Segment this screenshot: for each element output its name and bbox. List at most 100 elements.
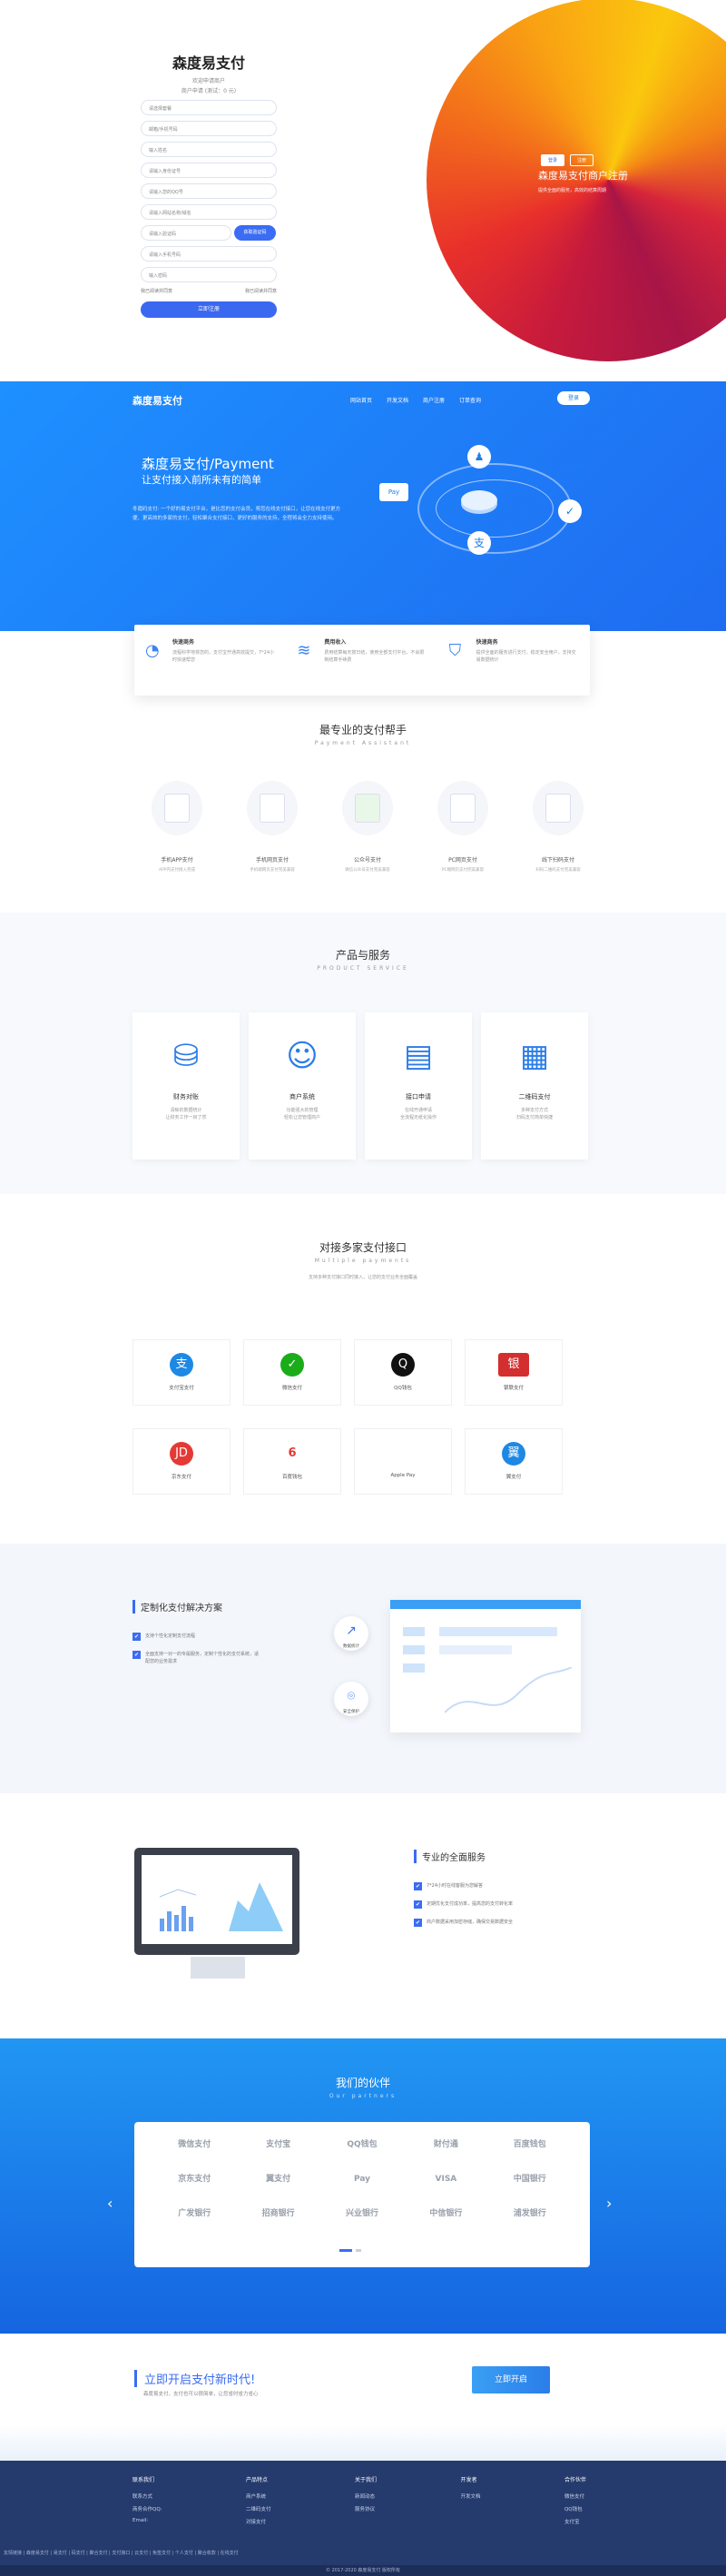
interface-name: 微信支付 — [281, 1386, 302, 1391]
copyright: © 2017-2020 森度易支付 版权所有 — [0, 2565, 726, 2576]
product-desc: 轻松让您管理商户 — [283, 1115, 320, 1120]
get-code-button[interactable]: 获取验证码 — [234, 225, 276, 241]
helper-item[interactable]: 手机网页支付 手机端网页支付完美兼容 — [245, 781, 299, 873]
partner-logo: 翼支付 — [266, 2175, 291, 2184]
interface-card[interactable]: 支支付宝支付 — [132, 1339, 231, 1406]
partner-logo: 中信银行 — [429, 2209, 463, 2218]
partner-logo: 兴业银行 — [345, 2209, 378, 2218]
register-form: 森度易支付 欢迎申请商户 商户申请 (测试：0 元) 请选择套餐 邮箱/手机号码… — [141, 51, 277, 318]
footer-link[interactable]: 开发文档 — [460, 2492, 480, 2500]
phone-field[interactable]: 请输入手机号码 — [141, 246, 277, 262]
helper-item[interactable]: 公众号支付 微信公众号支付完美兼容 — [340, 781, 395, 873]
interfaces-title: 对接多家支付接口 — [319, 1241, 407, 1254]
next-arrow-icon[interactable]: › — [606, 2195, 612, 2212]
register-subtitle-note: 商户申请 (测试：0 元) — [181, 88, 237, 94]
register-section: 森度易支付 欢迎申请商户 商户申请 (测试：0 元) 请选择套餐 邮箱/手机号码… — [0, 0, 726, 381]
unionpay-card-icon: Pay — [379, 483, 408, 501]
footer-col-title: 产品特点 — [245, 2477, 268, 2483]
interface-card[interactable]: 翼翼支付 — [465, 1428, 563, 1495]
interface-card[interactable]: Apple Pay — [354, 1428, 452, 1495]
footer-link[interactable]: 二维码支付 — [246, 2505, 271, 2512]
hero-login-tab[interactable]: 登录 — [541, 154, 565, 166]
interface-card[interactable]: 银银联支付 — [465, 1339, 563, 1406]
agree-checkbox[interactable]: 我已阅读并同意 — [141, 288, 172, 294]
footer-link[interactable]: 对接支付 — [246, 2518, 271, 2525]
nav-orders[interactable]: 订单查询 — [459, 396, 481, 404]
nav-docs[interactable]: 开发文档 — [387, 396, 408, 404]
carousel-dot[interactable] — [356, 2249, 361, 2252]
agree-link[interactable]: 我已阅读并同意 — [245, 288, 277, 294]
interface-card[interactable]: JD 京东支付 — [132, 1428, 231, 1495]
helper-desc: PC端网页支付完美兼容 — [441, 868, 485, 873]
product-card[interactable]: ▤ 接口申请 在线开通申请 全流程无纸化操作 — [365, 1012, 472, 1160]
code-field[interactable]: 请输入验证码 获取验证码 — [141, 225, 276, 241]
product-name: 商户系统 — [289, 1093, 315, 1100]
start-button[interactable]: 立即开启 — [472, 2366, 550, 2393]
feature-card: ≋ 费用收入 费用结算每天按日结，使用全部支付平台，不会限制结算手续费 — [286, 625, 437, 696]
nav-home[interactable]: 网站首页 — [350, 396, 372, 404]
interface-card[interactable]: 6 百度钱包 — [243, 1428, 341, 1495]
register-button[interactable]: 立即注册 — [141, 301, 277, 318]
custom-title: 定制化支付解决方案 — [132, 1600, 222, 1614]
qq-wallet-icon: Q — [391, 1353, 415, 1377]
brand-logo[interactable]: 森度易支付 — [132, 393, 182, 408]
product-desc: 功能强大的管理 — [286, 1108, 319, 1113]
password-field[interactable]: 输入密码 — [141, 267, 277, 282]
hero-register-tab[interactable]: 注册 — [570, 154, 594, 166]
feature-cards: ◔ 快速商务 流程科学地将您的，支付宝开通高效提交，7*24小时快速帮您 ≋ 费用收入… — [134, 625, 590, 696]
login-button[interactable]: 登录 — [557, 391, 590, 405]
product-card[interactable]: ▦ 二维码支付 多种支付方式 扫码支付简单快捷 — [481, 1012, 588, 1160]
wechat-bubble-icon: ✓ — [558, 499, 582, 523]
helper-item[interactable]: PC网页支付 PC端网页支付完美兼容 — [436, 781, 490, 873]
service-point: 定期优化支付成功率，提高您的支付转化率 — [414, 1900, 595, 1909]
name-field[interactable]: 输入姓名 — [141, 142, 277, 157]
product-name: 二维码支付 — [518, 1093, 551, 1100]
footer-link[interactable]: 新闻动态 — [355, 2492, 377, 2500]
bubble-label: 安全保护 — [343, 1710, 359, 1714]
package-select[interactable]: 请选择套餐 — [141, 100, 277, 115]
agree-row: 我已阅读并同意 我已阅读并同意 — [141, 288, 277, 294]
product-card[interactable]: ⛁ 财务对账 清晰的数据统计 让财务工作一目了然 — [132, 1012, 240, 1160]
monitor-chart — [159, 1882, 283, 1931]
footer-col: 合作伙伴 微信支付 QQ钱包 支付宝 — [564, 2475, 586, 2531]
helper-item[interactable]: 手机APP支付 APP内支付接入完成 — [150, 781, 204, 873]
idcard-field[interactable]: 请输入身份证号 — [141, 163, 277, 178]
cta-section: 立即开启支付新时代! 森度易支付，支付也可以很简单，让您省时省力省心 立即开启 — [0, 2334, 726, 2461]
site-field[interactable]: 请输入网站名称/域名 — [141, 204, 277, 220]
account-field[interactable]: 邮箱/手机号码 — [141, 121, 277, 136]
helper-desc: 手机端网页支付完美兼容 — [250, 868, 295, 873]
qrcode-icon: ▦ — [519, 1038, 550, 1074]
interface-card[interactable]: Q QQ钱包 — [354, 1339, 452, 1406]
feature-title: 快速商务 — [172, 639, 195, 646]
alipay-bubble-icon: 支 — [467, 531, 491, 555]
footer-link[interactable]: 支付宝 — [564, 2518, 586, 2525]
footer-link[interactable]: 商户系统 — [246, 2492, 271, 2500]
product-card[interactable]: ☺ 商户系统 功能强大的管理 轻松让您管理商户 — [249, 1012, 356, 1160]
nav-register[interactable]: 商户注册 — [423, 396, 445, 404]
footer-link[interactable]: QQ钱包 — [564, 2505, 586, 2512]
hero-desc: 提供全面的服务，高效的结算周期 — [538, 188, 607, 193]
prev-arrow-icon[interactable]: ‹ — [107, 2195, 113, 2212]
main-nav: 网站首页 开发文档 商户注册 订单查询 — [350, 396, 481, 404]
layers-icon: ≋ — [297, 641, 311, 660]
friend-links[interactable]: 友情链接 | 森度易支付 | 易支付 | 码支付 | 聚合支付 | 支付接口 |… — [0, 2550, 726, 2556]
bestpay-icon: 翼 — [502, 1442, 525, 1466]
interface-name: 百度钱包 — [281, 1475, 302, 1480]
interface-card[interactable]: ✓ 微信支付 — [243, 1339, 341, 1406]
interface-name: 银联支付 — [503, 1386, 524, 1391]
qq-field[interactable]: 请输入您的QQ号 — [141, 183, 277, 199]
footer-col-title: 开发者 — [460, 2477, 477, 2483]
cta-desc: 森度易支付，支付也可以很简单，让您省时省力省心 — [143, 2392, 259, 2397]
helper-item[interactable]: 线下扫码支付 扫码二维码支付完美兼容 — [531, 781, 585, 873]
footer-link[interactable]: 服务协议 — [355, 2505, 377, 2512]
products-section: 产品与服务 PRODUCT SERVICE ⛁ 财务对账 清晰的数据统计 让财务工作一… — [0, 913, 726, 1194]
footer-link[interactable]: 微信支付 — [564, 2492, 586, 2500]
carousel-dot-active[interactable] — [339, 2249, 352, 2252]
hero-text: 森度易支付商户注册 提供全面的服务，高效的结算周期 — [538, 168, 628, 193]
app-device-icon — [152, 781, 202, 835]
partner-logo: 招商银行 — [261, 2209, 295, 2218]
custom-section: 定制化支付解决方案 支持个性化定制支付流程 全面支持一对一的专属服务，定制个性化… — [0, 1544, 726, 1793]
trend-line — [445, 1667, 572, 1713]
partner-logo: 中国银行 — [513, 2175, 546, 2184]
hero-tabs: 登录 注册 — [541, 154, 594, 166]
